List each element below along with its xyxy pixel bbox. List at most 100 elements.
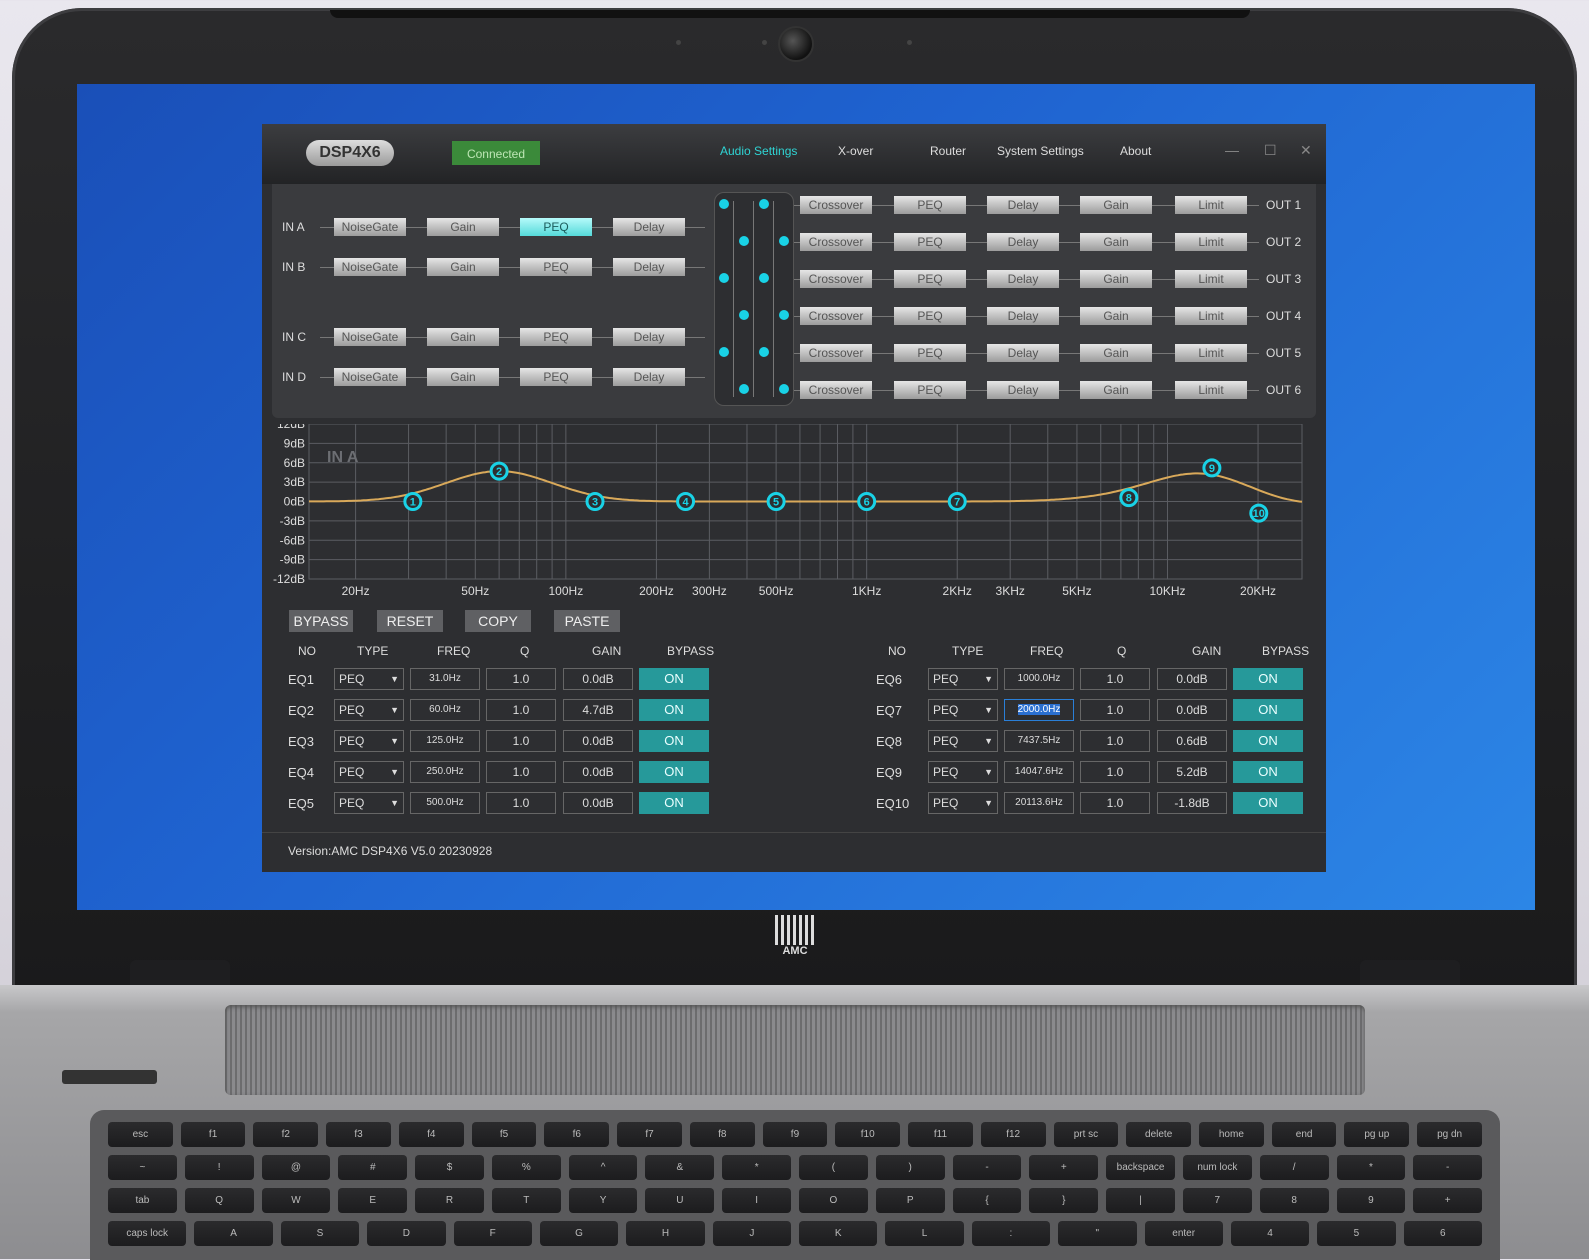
input-block-noisegate[interactable]: NoiseGate xyxy=(334,218,406,236)
key[interactable]: enter xyxy=(1144,1221,1223,1246)
eq-q-input[interactable]: 1.0 xyxy=(1080,668,1150,690)
menu-audio-settings[interactable]: Audio Settings xyxy=(720,144,797,158)
eq-gain-input[interactable]: 0.0dB xyxy=(1157,699,1227,721)
output-block-gain[interactable]: Gain xyxy=(1080,233,1152,251)
paste-button[interactable]: PASTE xyxy=(554,610,620,632)
input-block-noisegate[interactable]: NoiseGate xyxy=(334,328,406,346)
matrix-node[interactable] xyxy=(719,347,729,357)
key[interactable]: - xyxy=(1413,1155,1483,1180)
close-icon[interactable]: ✕ xyxy=(1300,142,1312,159)
eq-q-input[interactable]: 1.0 xyxy=(486,792,556,814)
output-block-peq[interactable]: PEQ xyxy=(894,381,966,399)
eq-type-select[interactable]: PEQ ▼ xyxy=(928,668,998,690)
eq-type-select[interactable]: PEQ ▼ xyxy=(334,761,404,783)
output-block-gain[interactable]: Gain xyxy=(1080,344,1152,362)
matrix-node[interactable] xyxy=(739,384,749,394)
key[interactable]: caps lock xyxy=(108,1221,187,1246)
matrix-node[interactable] xyxy=(719,273,729,283)
output-block-limit[interactable]: Limit xyxy=(1175,270,1247,288)
eq-type-select[interactable]: PEQ ▼ xyxy=(334,792,404,814)
reset-button[interactable]: RESET xyxy=(377,610,443,632)
output-block-delay[interactable]: Delay xyxy=(987,196,1059,214)
minimize-icon[interactable]: — xyxy=(1225,142,1239,158)
key[interactable]: f4 xyxy=(398,1122,464,1147)
key[interactable]: f10 xyxy=(835,1122,901,1147)
key[interactable]: f2 xyxy=(253,1122,319,1147)
key[interactable]: | xyxy=(1106,1188,1175,1213)
eq-gain-input[interactable]: 0.6dB xyxy=(1157,730,1227,752)
output-block-delay[interactable]: Delay xyxy=(987,233,1059,251)
key[interactable]: f1 xyxy=(180,1122,246,1147)
output-block-limit[interactable]: Limit xyxy=(1175,196,1247,214)
eq-q-input[interactable]: 1.0 xyxy=(1080,730,1150,752)
eq-gain-input[interactable]: 0.0dB xyxy=(563,792,633,814)
menu-system-settings[interactable]: System Settings xyxy=(997,144,1084,158)
output-block-limit[interactable]: Limit xyxy=(1175,381,1247,399)
eq-freq-input[interactable]: 20113.6Hz xyxy=(1004,792,1074,814)
key[interactable]: Q xyxy=(184,1188,254,1213)
key[interactable]: 5 xyxy=(1317,1221,1396,1246)
eq-gain-input[interactable]: 0.0dB xyxy=(563,730,633,752)
key[interactable]: L xyxy=(885,1221,964,1246)
eq-gain-input[interactable]: 0.0dB xyxy=(563,668,633,690)
key[interactable]: D xyxy=(367,1221,446,1246)
eq-bypass-toggle[interactable]: ON xyxy=(1233,730,1303,752)
output-block-peq[interactable]: PEQ xyxy=(894,196,966,214)
input-block-noisegate[interactable]: NoiseGate xyxy=(334,368,406,386)
key[interactable]: ( xyxy=(799,1155,868,1180)
output-block-peq[interactable]: PEQ xyxy=(894,233,966,251)
eq-freq-input[interactable]: 31.0Hz xyxy=(410,668,480,690)
key[interactable]: 8 xyxy=(1259,1188,1329,1213)
input-block-gain[interactable]: Gain xyxy=(427,258,499,276)
key[interactable]: J xyxy=(712,1221,791,1246)
matrix-node[interactable] xyxy=(779,384,789,394)
power-button[interactable] xyxy=(62,1070,157,1084)
eq-curve-chart[interactable]: 12dB 9dB 6dB 3dB 0dB -3dB -6dB -9dB -12dB 20Hz 50H… xyxy=(272,424,1316,609)
output-block-peq[interactable]: PEQ xyxy=(894,270,966,288)
eq-q-input[interactable]: 1.0 xyxy=(486,699,556,721)
key[interactable]: Y xyxy=(568,1188,638,1213)
eq-bypass-toggle[interactable]: ON xyxy=(639,761,709,783)
key[interactable]: S xyxy=(280,1221,360,1246)
key[interactable]: R xyxy=(415,1188,484,1213)
output-block-gain[interactable]: Gain xyxy=(1080,270,1152,288)
eq-gain-input[interactable]: -1.8dB xyxy=(1157,792,1227,814)
key[interactable]: K xyxy=(799,1221,878,1246)
matrix-node[interactable] xyxy=(719,199,729,209)
key[interactable]: O xyxy=(799,1188,868,1213)
key[interactable]: } xyxy=(1029,1188,1099,1213)
key[interactable]: f9 xyxy=(762,1122,828,1147)
matrix-node[interactable] xyxy=(779,310,789,320)
eq-q-input[interactable]: 1.0 xyxy=(486,761,556,783)
matrix-node[interactable] xyxy=(759,199,769,209)
key[interactable]: * xyxy=(1336,1155,1406,1180)
key[interactable]: f12 xyxy=(980,1122,1046,1147)
eq-gain-input[interactable]: 0.0dB xyxy=(1157,668,1227,690)
eq-bypass-toggle[interactable]: ON xyxy=(1233,699,1303,721)
output-block-limit[interactable]: Limit xyxy=(1175,344,1247,362)
key[interactable]: " xyxy=(1058,1221,1137,1246)
key[interactable]: H xyxy=(626,1221,705,1246)
eq-q-input[interactable]: 1.0 xyxy=(1080,699,1150,721)
eq-type-select[interactable]: PEQ ▼ xyxy=(334,730,404,752)
eq-q-input[interactable]: 1.0 xyxy=(486,730,556,752)
output-block-crossover[interactable]: Crossover xyxy=(800,270,872,288)
key[interactable]: U xyxy=(645,1188,715,1213)
eq-q-input[interactable]: 1.0 xyxy=(486,668,556,690)
eq-freq-input[interactable]: 60.0Hz xyxy=(410,699,480,721)
key[interactable]: # xyxy=(338,1155,408,1180)
key[interactable]: & xyxy=(645,1155,715,1180)
input-block-delay[interactable]: Delay xyxy=(613,218,685,236)
menu-about[interactable]: About xyxy=(1120,144,1151,158)
matrix-node[interactable] xyxy=(759,347,769,357)
eq-bypass-toggle[interactable]: ON xyxy=(639,730,709,752)
input-block-noisegate[interactable]: NoiseGate xyxy=(334,258,406,276)
eq-type-select[interactable]: PEQ ▼ xyxy=(334,668,404,690)
eq-bypass-toggle[interactable]: ON xyxy=(639,792,709,814)
output-block-delay[interactable]: Delay xyxy=(987,307,1059,325)
maximize-icon[interactable]: ☐ xyxy=(1264,142,1277,159)
eq-gain-input[interactable]: 0.0dB xyxy=(563,761,633,783)
key[interactable]: end xyxy=(1271,1122,1337,1147)
key[interactable]: { xyxy=(952,1188,1022,1213)
output-block-crossover[interactable]: Crossover xyxy=(800,196,872,214)
